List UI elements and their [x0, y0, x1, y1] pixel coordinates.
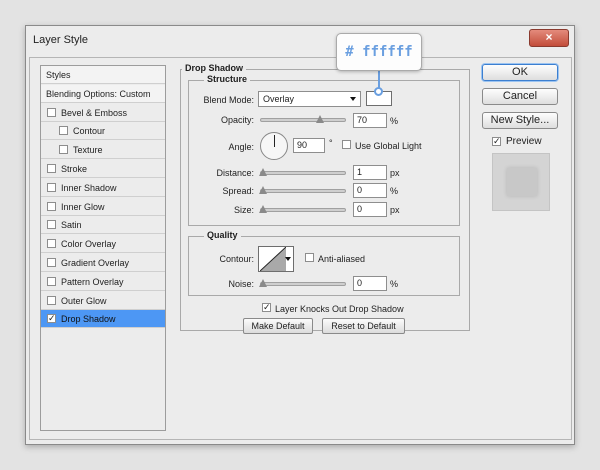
sidebar-item-label: Pattern Overlay [61, 276, 124, 287]
opacity-input[interactable]: 70 [353, 113, 387, 128]
sidebar-item-bevel-emboss[interactable]: Bevel & Emboss [41, 104, 165, 122]
sidebar-checkbox[interactable] [47, 107, 56, 117]
spread-label: Spread: [222, 186, 254, 196]
sidebar-checkbox[interactable] [47, 220, 56, 230]
noise-label: Noise: [228, 279, 254, 289]
angle-dial[interactable] [260, 132, 288, 160]
knockout-checkbox[interactable]: ✓ [262, 303, 271, 312]
quality-title: Quality [204, 230, 241, 240]
size-label: Size: [233, 205, 254, 215]
sidebar-item-color-overlay[interactable]: Color Overlay [41, 235, 165, 254]
sidebar-item-label: Texture [73, 145, 103, 156]
distance-slider-thumb[interactable] [259, 168, 267, 176]
angle-input[interactable]: 90 [293, 138, 325, 153]
sidebar-item-label: Drop Shadow [61, 314, 116, 325]
make-default-button[interactable]: Make Default [243, 318, 313, 334]
distance-slider[interactable] [260, 171, 346, 175]
chevron-down-icon [350, 97, 356, 101]
new-style-button[interactable]: New Style... [482, 112, 558, 129]
contour-curve-icon [260, 247, 286, 271]
sidebar-item-stroke[interactable]: Stroke [41, 160, 165, 178]
sidebar-item-label: Color Overlay [61, 239, 117, 250]
contour-picker[interactable] [258, 246, 294, 272]
noise-slider[interactable] [260, 282, 346, 286]
contour-dropdown-icon [285, 257, 291, 261]
spread-slider-thumb[interactable] [259, 186, 267, 194]
sidebar-item-label: Inner Shadow [61, 182, 117, 193]
sidebar-item-inner-shadow[interactable]: Inner Shadow [41, 179, 165, 197]
angle-label: Angle: [228, 142, 254, 152]
preview-checkbox[interactable]: ✓ [492, 137, 501, 146]
use-global-light-checkbox[interactable] [342, 140, 351, 149]
sidebar-item-styles[interactable]: Styles [41, 66, 165, 84]
sidebar-item-gradient-overlay[interactable]: Gradient Overlay [41, 254, 165, 272]
preview-label: Preview [506, 136, 542, 147]
blend-mode-select[interactable]: Overlay [258, 91, 361, 107]
callout-dot [374, 87, 383, 96]
angle-dial-needle [274, 135, 275, 147]
sidebar-checkbox[interactable] [47, 201, 56, 211]
knockout-label: Layer Knocks Out Drop Shadow [275, 304, 404, 314]
use-global-light-label: Use Global Light [355, 141, 422, 151]
sidebar-checkbox[interactable]: ✓ [47, 314, 56, 324]
cancel-button[interactable]: Cancel [482, 88, 558, 105]
sidebar-item-label: Blending Options: Custom [46, 88, 151, 99]
reset-default-button[interactable]: Reset to Default [322, 318, 405, 334]
distance-label: Distance: [216, 168, 254, 178]
sidebar-item-label: Satin [61, 220, 82, 231]
sidebar-item-label: Styles [46, 70, 71, 80]
blend-mode-value: Overlay [263, 94, 295, 104]
structure-title: Structure [204, 74, 251, 84]
opacity-slider-thumb[interactable] [316, 115, 324, 123]
noise-input[interactable]: 0 [353, 276, 387, 291]
color-callout: # ffffff [336, 33, 422, 71]
contour-label: Contour: [219, 254, 254, 264]
sidebar-checkbox[interactable] [59, 145, 68, 155]
noise-slider-thumb[interactable] [259, 279, 267, 287]
spread-input[interactable]: 0 [353, 183, 387, 198]
sidebar-checkbox[interactable] [47, 295, 56, 305]
sidebar-item-satin[interactable]: Satin [41, 216, 165, 235]
blend-mode-label: Blend Mode: [203, 95, 254, 105]
preview-sample [507, 168, 537, 196]
sidebar-item-label: Contour [73, 126, 106, 137]
opacity-label: Opacity: [220, 115, 254, 125]
sidebar-item-drop-shadow[interactable]: ✓ Drop Shadow [41, 310, 165, 329]
sidebar-checkbox[interactable] [47, 239, 56, 249]
anti-aliased-label: Anti-aliased [318, 254, 366, 264]
ok-button[interactable]: OK [482, 64, 558, 81]
dialog-title: Layer Style [33, 34, 89, 46]
sidebar-checkbox[interactable] [59, 126, 68, 136]
close-button[interactable]: × [529, 29, 569, 47]
opacity-slider[interactable] [260, 118, 346, 122]
sidebar-item-label: Stroke [61, 164, 88, 174]
angle-unit: ° [329, 138, 333, 148]
distance-unit: px [390, 168, 400, 178]
sidebar-checkbox[interactable] [47, 276, 56, 286]
distance-input[interactable]: 1 [353, 165, 387, 180]
opacity-unit: % [390, 116, 399, 126]
sidebar-item-blending-options-custom[interactable]: Blending Options: Custom [41, 84, 165, 103]
sidebar-checkbox[interactable] [47, 182, 56, 192]
sidebar-item-label: Bevel & Emboss [61, 107, 128, 118]
sidebar-item-outer-glow[interactable]: Outer Glow [41, 292, 165, 310]
sidebar-item-inner-glow[interactable]: Inner Glow [41, 198, 165, 216]
noise-unit: % [390, 279, 399, 289]
drop-shadow-title: Drop Shadow [182, 63, 246, 73]
size-input[interactable]: 0 [353, 202, 387, 217]
sidebar-item-texture[interactable]: Texture [41, 141, 165, 160]
sidebar-item-label: Gradient Overlay [61, 258, 130, 268]
sidebar-item-pattern-overlay[interactable]: Pattern Overlay [41, 273, 165, 291]
size-slider-thumb[interactable] [259, 205, 267, 213]
sidebar-checkbox[interactable] [47, 164, 56, 173]
sidebar-item-label: Outer Glow [61, 295, 107, 306]
sidebar-item-contour[interactable]: Contour [41, 122, 165, 141]
spread-unit: % [390, 186, 399, 196]
anti-aliased-checkbox[interactable] [305, 253, 314, 262]
size-slider[interactable] [260, 208, 346, 212]
size-unit: px [390, 205, 400, 215]
sidebar-item-label: Inner Glow [61, 201, 105, 212]
sidebar-checkbox[interactable] [47, 258, 56, 267]
spread-slider[interactable] [260, 189, 346, 193]
